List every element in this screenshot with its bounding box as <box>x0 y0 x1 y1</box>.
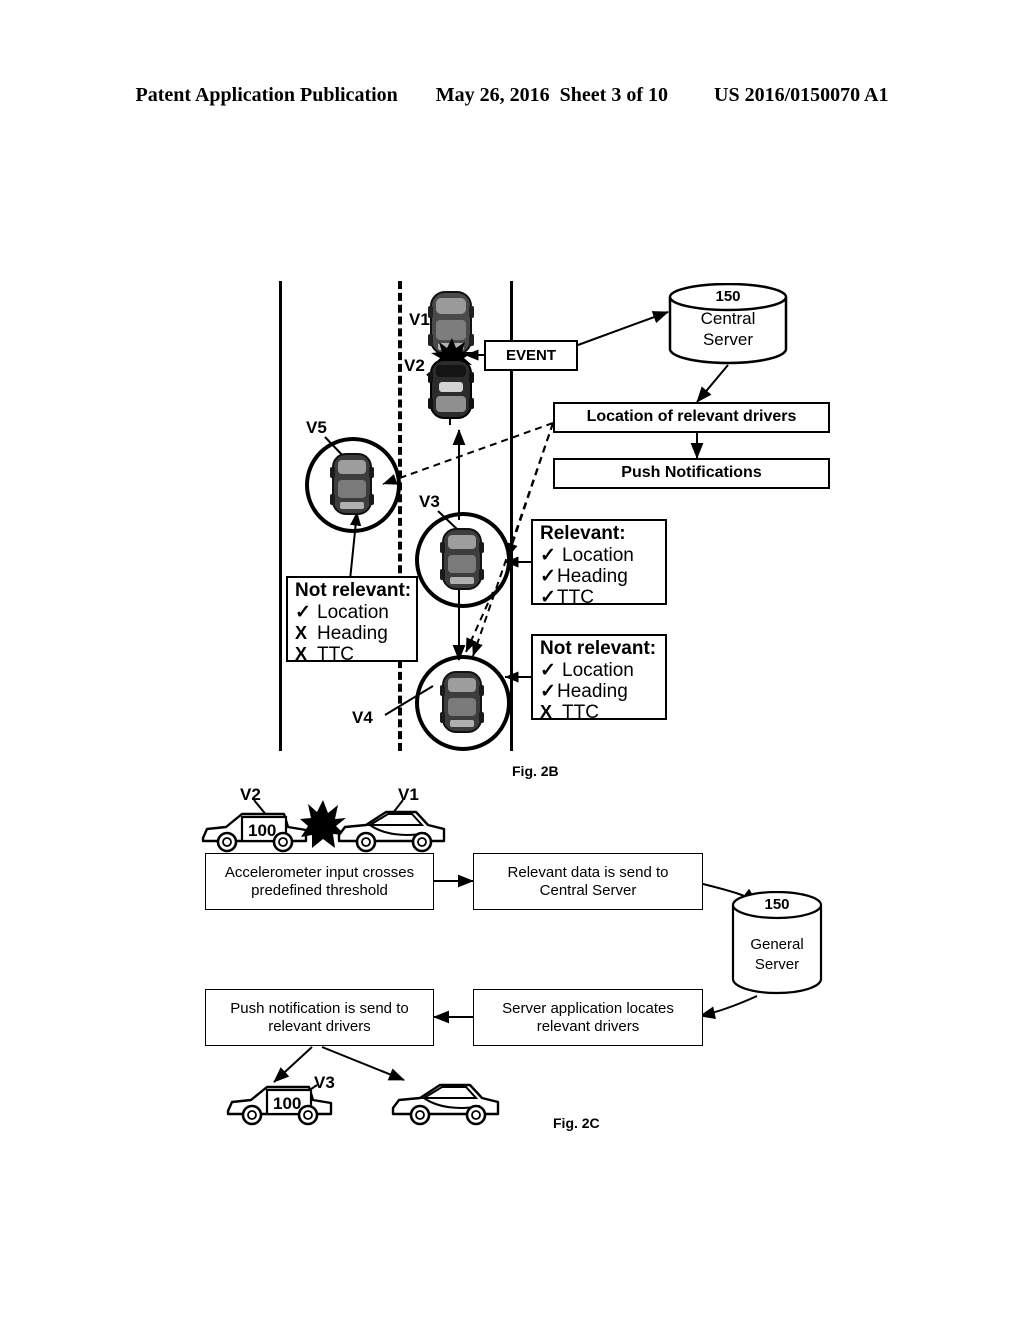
general-server-name: General Server <box>750 936 804 973</box>
status-box-v4-title: Not relevant: <box>540 638 657 659</box>
event-box-label: EVENT <box>505 346 556 364</box>
central-server-number: 150 <box>715 288 741 305</box>
page-header: Patent Application Publication May 26, 2… <box>0 84 1024 112</box>
status-mark-check: ✓ <box>540 565 556 587</box>
status-mark-check: ✓ <box>540 587 556 609</box>
status-box-v5-row-1: X Heading <box>295 623 410 644</box>
label-v5: V5 <box>306 418 327 437</box>
status-label: Location <box>317 601 389 623</box>
status-label: TTC <box>562 702 599 724</box>
status-box-v4-row-0: ✓ Location <box>540 660 659 681</box>
step-send-data-label: Relevant data is send to Central Server <box>507 864 669 899</box>
status-box-v5-row-0: ✓ Location <box>295 602 410 623</box>
status-label: Heading <box>317 622 388 644</box>
status-box-v3-row-2: ✓ TTC <box>540 587 659 608</box>
status-box-v5: Not relevant: ✓ Location X Heading X TTC <box>286 576 418 665</box>
vehicle-v2-topview <box>427 358 475 420</box>
status-mark-cross: X <box>295 622 308 643</box>
status-box-v3: Relevant: ✓ Location ✓ Heading ✓ TTC <box>531 519 667 608</box>
status-box-v4-row-2: X TTC <box>540 702 659 723</box>
label-fig2c-v1: V1 <box>398 785 419 804</box>
label-v3: V3 <box>419 492 440 511</box>
header-sheet: Sheet 3 of 10 <box>559 84 668 106</box>
status-mark-cross: X <box>540 702 553 723</box>
status-box-v3-title: Relevant: <box>540 523 626 544</box>
step-push-notification-label: Push notification is send to relevant dr… <box>230 1000 409 1035</box>
vehicle-v5-topview <box>330 452 374 516</box>
status-box-v4-row-1: ✓ Heading <box>540 681 659 702</box>
header-publication: Patent Application Publication <box>135 84 398 106</box>
svg-text:100: 100 <box>248 821 276 840</box>
status-mark-check: ✓ <box>540 544 556 566</box>
push-notifications-label: Push Notifications <box>621 464 762 482</box>
status-mark-cross: X <box>295 644 308 665</box>
status-mark-check: ✓ <box>540 659 556 681</box>
step-locate-drivers-box: Server application locates relevant driv… <box>473 989 703 1046</box>
location-box-label: Location of relevant drivers <box>586 408 797 426</box>
label-v1: V1 <box>409 310 430 329</box>
figure-caption-2c: Fig. 2C <box>553 1115 600 1131</box>
status-label: Heading <box>557 680 628 702</box>
status-box-v5-row-2: X TTC <box>295 644 410 665</box>
central-server-cylinder: 150 Central Server <box>668 283 788 365</box>
status-box-v3-row-1: ✓ Heading <box>540 566 659 587</box>
header-date: May 26, 2016 <box>435 84 550 106</box>
status-label: Heading <box>557 565 628 587</box>
road-edge-left <box>279 281 282 751</box>
step-accelerometer-box: Accelerometer input crosses predefined t… <box>205 853 434 910</box>
figure-caption-2b: Fig. 2B <box>512 763 559 779</box>
step-send-data-box: Relevant data is send to Central Server <box>473 853 703 910</box>
location-of-relevant-drivers-box: Location of relevant drivers <box>553 402 830 433</box>
vehicle-v3-topview <box>440 527 484 591</box>
status-mark-check: ✓ <box>295 601 311 623</box>
status-label: Location <box>562 659 634 681</box>
svg-text:100: 100 <box>273 1094 301 1113</box>
step-accelerometer-label: Accelerometer input crosses predefined t… <box>224 864 415 899</box>
status-box-v5-title: Not relevant: <box>295 580 412 601</box>
lane-divider-dashed <box>398 281 402 751</box>
central-server-name: Central Server <box>700 309 756 350</box>
label-fig2c-v2: V2 <box>240 785 261 804</box>
label-v2: V2 <box>404 356 425 375</box>
event-box: EVENT <box>484 340 578 371</box>
vehicle-v1-sideview <box>336 805 448 853</box>
status-label: TTC <box>557 587 594 609</box>
step-push-notification-box: Push notification is send to relevant dr… <box>205 989 434 1046</box>
vehicle-v4-topview <box>440 670 484 734</box>
status-box-v4: Not relevant: ✓ Location ✓ Heading X TTC <box>531 634 667 723</box>
status-label: TTC <box>317 644 354 666</box>
status-box-v3-row-0: ✓ Location <box>540 545 659 566</box>
status-label: Location <box>562 544 634 566</box>
label-fig2c-v3: V3 <box>314 1073 335 1092</box>
label-v4: V4 <box>352 708 373 727</box>
status-mark-check: ✓ <box>540 680 556 702</box>
header-patent-number: US 2016/0150070 A1 <box>714 84 889 106</box>
vehicle-v2-sideview: 100 <box>200 805 310 853</box>
push-notifications-box: Push Notifications <box>553 458 830 489</box>
patent-drawing-page: Patent Application Publication May 26, 2… <box>0 0 1024 1320</box>
vehicle-result-sideview <box>390 1078 502 1126</box>
step-locate-drivers-label: Server application locates relevant driv… <box>502 1000 674 1035</box>
general-server-number: 150 <box>764 896 790 913</box>
general-server-cylinder: 150 General Server <box>731 891 823 995</box>
